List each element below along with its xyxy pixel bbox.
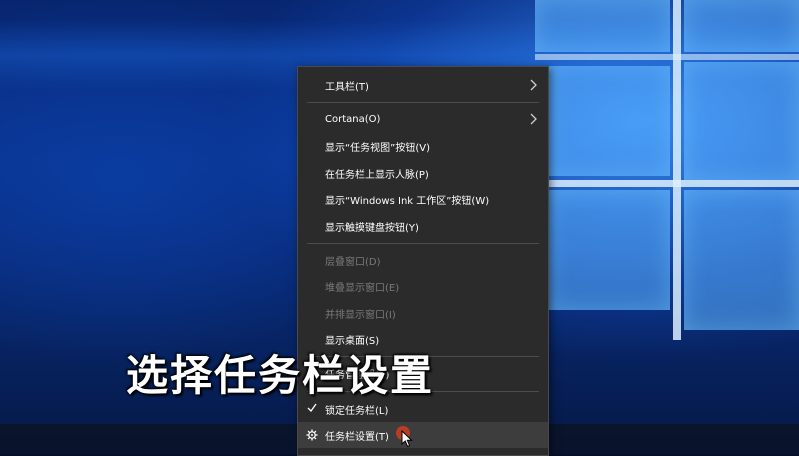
checkmark-icon xyxy=(307,403,317,413)
menu-item-label: Cortana(O) xyxy=(325,113,381,125)
menu-item-label: 层叠窗口(D) xyxy=(325,256,381,268)
windows-logo-pane-top-left xyxy=(535,0,670,52)
menu-item-taskbar-settings[interactable]: 任务栏设置(T) xyxy=(298,422,548,448)
windows-logo-divider-v xyxy=(673,0,681,340)
menu-separator xyxy=(307,243,539,244)
menu-item-label: 工具栏(T) xyxy=(325,81,369,93)
menu-item-show-task-view-button[interactable]: 显示“任务视图”按钮(V) xyxy=(298,133,548,159)
video-caption: 选择任务栏设置 xyxy=(126,351,435,400)
gear-icon xyxy=(306,429,318,441)
chevron-right-icon xyxy=(530,79,537,91)
menu-item-label: 显示触摸键盘按钮(Y) xyxy=(325,222,419,234)
menu-item-stack-windows: 堆叠显示窗口(E) xyxy=(298,273,548,299)
menu-item-label: 锁定任务栏(L) xyxy=(325,405,389,417)
menu-item-label: 在任务栏上显示人脉(P) xyxy=(325,169,429,181)
menu-separator xyxy=(307,102,539,103)
windows-logo-pane-mid-left xyxy=(548,66,670,176)
menu-item-label: 显示“任务视图”按钮(V) xyxy=(325,142,431,154)
menu-item-cortana[interactable]: Cortana(O) xyxy=(298,106,548,132)
mouse-cursor-icon xyxy=(401,430,413,448)
windows-logo-pane-bottom-left xyxy=(548,190,670,310)
menu-item-label: 并排显示窗口(I) xyxy=(325,309,396,321)
menu-item-label: 堆叠显示窗口(E) xyxy=(325,282,400,294)
windows-logo-divider-h xyxy=(535,180,799,187)
windows-logo-pane-top-right xyxy=(684,0,799,52)
windows-logo-pane-bottom-right xyxy=(684,190,799,330)
menu-item-show-touch-keyboard[interactable]: 显示触摸键盘按钮(Y) xyxy=(298,213,548,239)
menu-item-cascade-windows: 层叠窗口(D) xyxy=(298,247,548,273)
menu-item-toolbars[interactable]: 工具栏(T) xyxy=(298,72,548,98)
windows-logo-pane-mid-right xyxy=(684,62,799,180)
windows-logo-divider-top xyxy=(535,54,799,60)
menu-item-side-by-side-windows: 并排显示窗口(I) xyxy=(298,300,548,326)
menu-item-label: 显示“Windows Ink 工作区”按钮(W) xyxy=(325,195,490,207)
menu-item-show-windows-ink[interactable]: 显示“Windows Ink 工作区”按钮(W) xyxy=(298,186,548,212)
menu-item-label: 任务栏设置(T) xyxy=(325,431,389,443)
chevron-right-icon xyxy=(530,113,537,125)
menu-item-show-people[interactable]: 在任务栏上显示人脉(P) xyxy=(298,160,548,186)
